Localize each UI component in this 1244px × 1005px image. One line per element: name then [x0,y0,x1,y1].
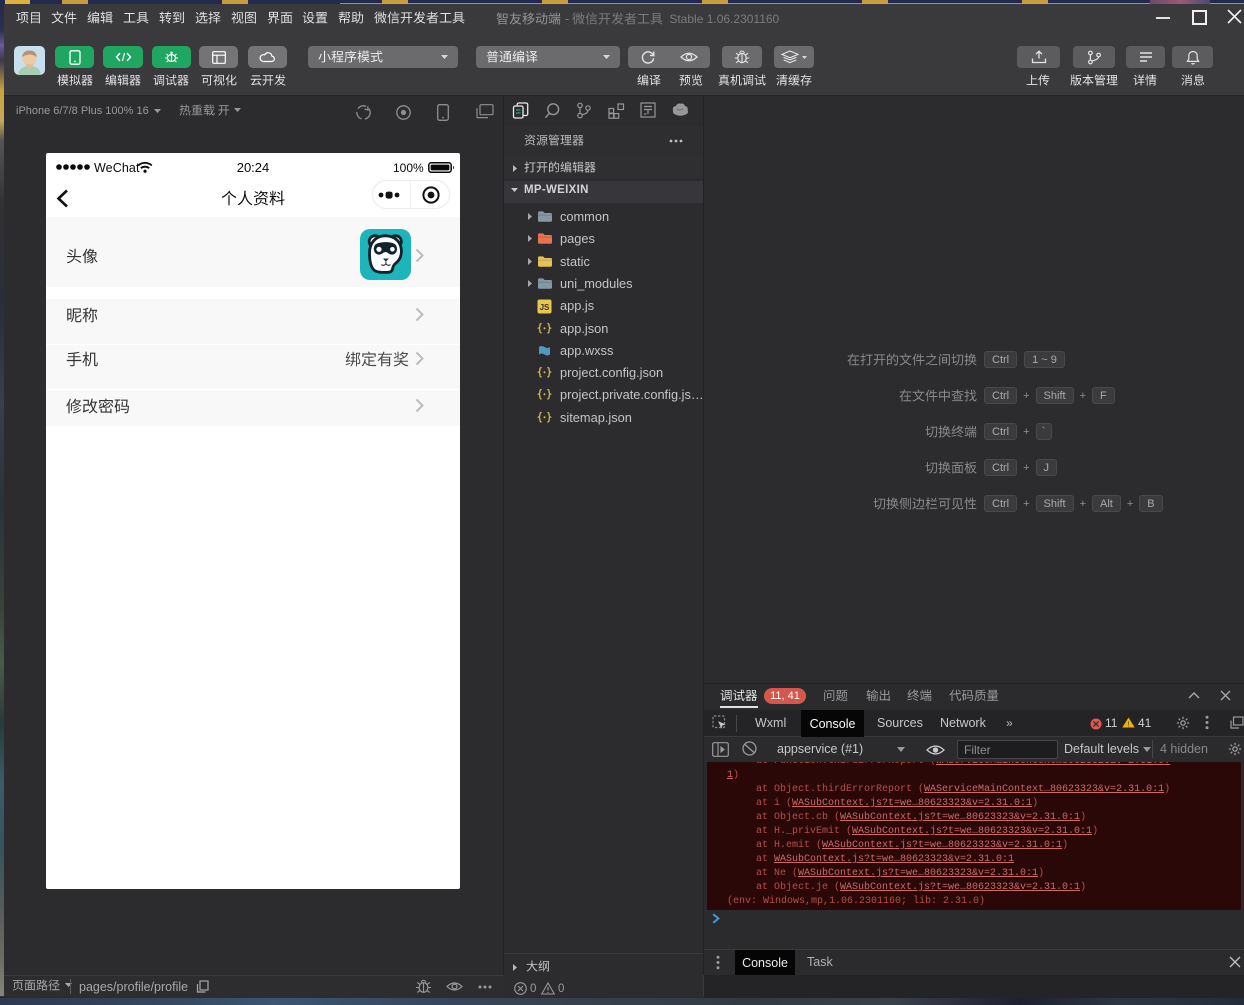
svg-text:!: ! [1127,719,1129,728]
svg-text:JS: JS [540,303,550,312]
